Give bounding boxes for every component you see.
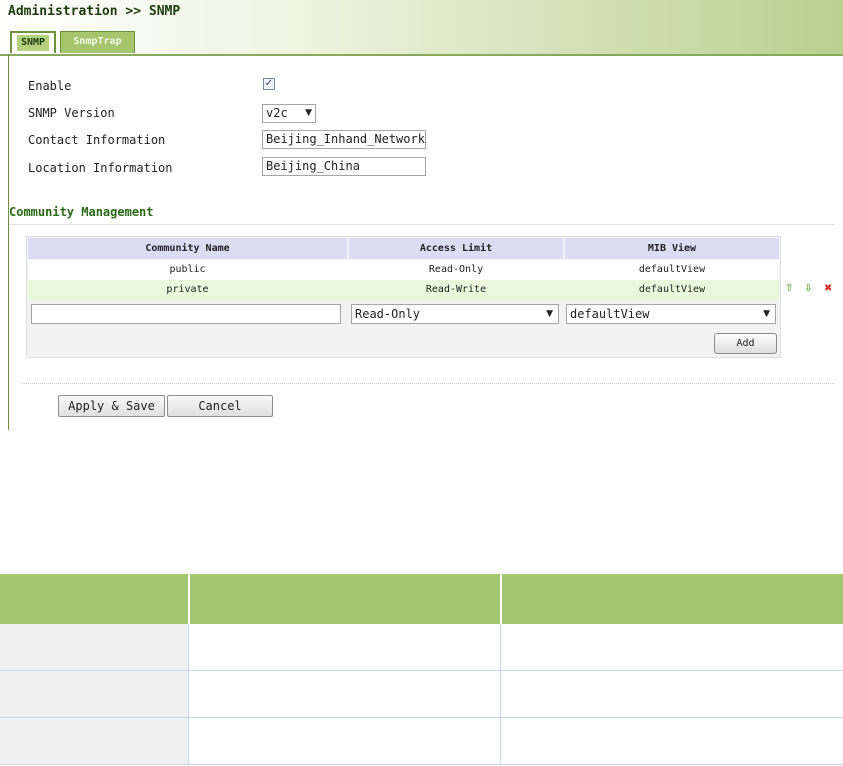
table-cell — [0, 624, 188, 670]
tab-snmp-label: SNMP — [16, 35, 50, 51]
cell-access-limit: Read-Only — [428, 264, 484, 275]
cell-divider — [188, 671, 189, 717]
location-info-label: Location Information — [28, 161, 173, 175]
move-up-icon[interactable]: ⇧ — [785, 283, 793, 294]
cell-divider — [500, 718, 501, 764]
location-info-input[interactable]: Beijing_China — [262, 157, 426, 176]
table-cell — [0, 671, 188, 717]
table-row — [0, 624, 843, 671]
enable-label: Enable — [28, 79, 72, 93]
cell-divider — [500, 671, 501, 717]
community-management-title: Community Management — [9, 205, 154, 219]
contact-info-input[interactable]: Beijing_Inhand_Networks — [262, 130, 426, 149]
move-down-icon[interactable]: ⇩ — [804, 283, 812, 294]
cell-community-name: public — [169, 264, 206, 275]
table-row — [0, 671, 843, 718]
page-header: Administration >> SNMP SNMP SnmpTrap — [0, 0, 843, 56]
cell-divider — [500, 624, 501, 670]
content-border — [8, 54, 9, 430]
snmp-version-value: v2c — [266, 106, 288, 120]
new-mib-view-select[interactable]: defaultView ▼ — [566, 304, 776, 324]
table-cell — [0, 718, 188, 764]
chevron-down-icon: ▼ — [763, 309, 770, 319]
tab-snmptrap[interactable]: SnmpTrap — [60, 31, 135, 53]
cancel-button[interactable]: Cancel — [167, 395, 273, 417]
enable-checkbox[interactable]: ✓ — [263, 78, 275, 90]
col-header-access-limit: Access Limit — [349, 238, 563, 259]
add-button[interactable]: Add — [714, 333, 777, 354]
header-separator — [500, 574, 502, 624]
cell-mib-view: defaultView — [638, 284, 706, 295]
chevron-down-icon: ▼ — [546, 309, 553, 319]
header-separator — [188, 574, 190, 624]
section-divider — [9, 224, 835, 225]
snmp-version-select[interactable]: v2c ▼ — [262, 104, 316, 123]
cell-divider — [188, 718, 189, 764]
col-header-mib-view: MIB View — [565, 238, 779, 259]
delete-icon[interactable]: ✖ — [824, 283, 832, 294]
new-access-limit-value: Read-Only — [355, 307, 421, 321]
cell-mib-view: defaultView — [638, 264, 706, 275]
contact-info-label: Contact Information — [28, 133, 166, 147]
divider — [22, 383, 835, 384]
cell-divider — [188, 624, 189, 670]
new-community-name-input[interactable] — [31, 304, 341, 324]
chevron-down-icon: ▼ — [305, 108, 312, 118]
page-title: Administration >> SNMP — [8, 4, 181, 19]
new-access-limit-select[interactable]: Read-Only ▼ — [351, 304, 559, 324]
cell-access-limit: Read-Write — [425, 284, 487, 295]
new-mib-view-value: defaultView — [570, 307, 650, 321]
apply-save-button[interactable]: Apply & Save — [58, 395, 165, 417]
parameter-table-header — [0, 574, 843, 624]
snmp-version-label: SNMP Version — [28, 106, 115, 120]
tab-snmp[interactable]: SNMP — [10, 31, 56, 53]
col-header-community-name: Community Name — [28, 238, 347, 259]
cell-community-name: private — [166, 284, 209, 295]
table-row — [0, 718, 843, 765]
